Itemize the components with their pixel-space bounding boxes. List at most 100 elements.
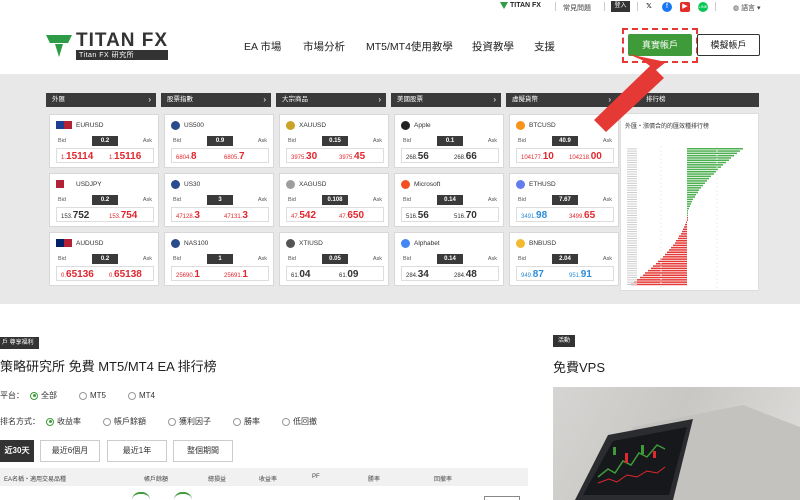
spread-value: 0.14 bbox=[437, 254, 463, 264]
col-balance: 帳戶餘額 bbox=[144, 477, 169, 483]
ranking-bar bbox=[653, 265, 687, 267]
ranking-label bbox=[627, 187, 637, 189]
column-header-forex[interactable]: 外匯 › bbox=[46, 93, 156, 107]
ask-label: Ask bbox=[372, 256, 382, 262]
apple-icon bbox=[401, 121, 410, 130]
quote-card-xtiusd[interactable]: XTIUSD Bid 0.05 Ask 61.04 61.09 bbox=[279, 232, 389, 286]
login-button[interactable]: 登入 bbox=[611, 1, 630, 12]
quote-card-microsoft[interactable]: Microsoft Bid 0.14 Ask 516.56 516.70 bbox=[394, 173, 504, 227]
radio-icon[interactable] bbox=[79, 391, 87, 400]
ranking-bar bbox=[687, 177, 709, 180]
bid-label: Bid bbox=[403, 138, 411, 144]
quote-card-alphabet[interactable]: Alphabet Bid 0.14 Ask 284.34 284.48 bbox=[394, 232, 504, 286]
mini-logo[interactable]: TITAN FX bbox=[500, 2, 541, 9]
tab-all-time[interactable]: 整個期間 bbox=[173, 440, 233, 462]
radio-icon[interactable] bbox=[30, 391, 38, 400]
quote-card-nas100[interactable]: NAS100 Bid 1 Ask 25690.1 25691.1 bbox=[164, 232, 274, 286]
ranking-label bbox=[627, 244, 637, 246]
sort-option[interactable]: 帳戶餘額 bbox=[103, 416, 146, 427]
sort-options: 收益率 帳戶餘額 獲利因子 勝率 低回撤 bbox=[46, 416, 339, 427]
sort-label: 排名方式： bbox=[0, 417, 40, 426]
quote-card-usdjpy[interactable]: USDJPY Bid 0.2 Ask 153.752 153.754 bbox=[49, 173, 159, 227]
language-selector[interactable]: ◍ 語言 ▾ bbox=[733, 3, 761, 13]
nav-support[interactable]: 支援 bbox=[534, 39, 555, 54]
quote-card-bnbusd[interactable]: BNBUSD Bid 2.04 Ask 949.87 951.91 bbox=[509, 232, 619, 286]
radio-icon[interactable] bbox=[233, 417, 241, 426]
tab-6-months[interactable]: 最近6個月 bbox=[40, 440, 100, 462]
radio-icon[interactable] bbox=[128, 391, 136, 400]
x-icon[interactable]: 𝕏 bbox=[644, 2, 654, 12]
ranking-label bbox=[627, 212, 637, 214]
ranking-bar bbox=[640, 276, 687, 279]
quote-card-apple[interactable]: Apple Bid 0.1 Ask 268.56 268.66 bbox=[394, 114, 504, 168]
ranking-label bbox=[627, 277, 637, 279]
nav-investment-education[interactable]: 投資教學 bbox=[472, 39, 514, 54]
youtube-icon[interactable]: ▶ bbox=[680, 2, 690, 12]
tab-1-year[interactable]: 最近1年 bbox=[107, 440, 167, 462]
quote-card-audusd[interactable]: AUDUSD Bid 0.2 Ask 0.65136 0.65138 bbox=[49, 232, 159, 286]
ranking-bar bbox=[671, 246, 687, 249]
quote-card-us500[interactable]: US500 Bid 0.9 Ask 6804.8 6805.7 bbox=[164, 114, 274, 168]
bid-price: 104177.10 bbox=[521, 151, 554, 162]
facebook-icon[interactable]: f bbox=[662, 2, 672, 12]
ask-label: Ask bbox=[372, 197, 382, 203]
ranking-bar bbox=[667, 251, 687, 253]
ranking-label bbox=[627, 194, 637, 196]
col-win-rate: 勝率 bbox=[368, 477, 381, 483]
demo-account-button[interactable]: 模擬帳戶 bbox=[697, 34, 760, 56]
symbol-label: US30 bbox=[171, 180, 200, 189]
red-arrow-annotation bbox=[594, 54, 666, 132]
sort-option[interactable]: 勝率 bbox=[233, 416, 260, 427]
ask-price: 47.650 bbox=[339, 210, 365, 221]
ask-label: Ask bbox=[257, 197, 267, 203]
line-icon[interactable]: LINE bbox=[698, 2, 708, 12]
bid-label: Bid bbox=[518, 256, 526, 262]
ranking-label bbox=[627, 240, 637, 242]
quote-card-us30[interactable]: US30 Bid 3 Ask 47128.3 47131.3 bbox=[164, 173, 274, 227]
nav-mt5-tutorial[interactable]: MT5/MT4使用教學 bbox=[366, 39, 453, 54]
quote-card-xagusd[interactable]: XAGUSD Bid 0.108 Ask 47.542 47.650 bbox=[279, 173, 389, 227]
ranking-label bbox=[627, 251, 637, 253]
column-header-us-stocks[interactable]: 美國股票 › bbox=[391, 93, 501, 107]
quote-card-xauusd[interactable]: XAUUSD Bid 0.15 Ask 3975.30 3975.45 bbox=[279, 114, 389, 168]
ranking-label bbox=[627, 279, 637, 281]
sort-option[interactable]: 收益率 bbox=[46, 416, 81, 427]
platform-option[interactable]: 全部 bbox=[30, 390, 57, 401]
tab-30-days[interactable]: 近30天 bbox=[0, 440, 34, 462]
free-vps-heading[interactable]: 免費VPS bbox=[553, 357, 605, 376]
ask-label: Ask bbox=[487, 256, 497, 262]
radio-icon[interactable] bbox=[103, 417, 111, 426]
radio-icon[interactable] bbox=[282, 417, 290, 426]
nav-ea-market[interactable]: EA 市場 bbox=[244, 39, 281, 54]
column-header-indices[interactable]: 股票指數 › bbox=[161, 93, 271, 107]
sort-option[interactable]: 獲利因子 bbox=[168, 416, 211, 427]
ranking-label bbox=[627, 162, 637, 164]
symbol-label: XAGUSD bbox=[286, 180, 326, 189]
ranking-label bbox=[627, 173, 637, 175]
radio-icon[interactable] bbox=[46, 417, 54, 426]
ranking-bar-chart bbox=[627, 146, 743, 288]
ranking-label bbox=[627, 258, 637, 260]
quote-card-eurusd[interactable]: EURUSD Bid 0.2 Ask 1.15114 1.15116 bbox=[49, 114, 159, 168]
symbol-text: EURUSD bbox=[76, 121, 104, 129]
price-box: 6804.8 6805.7 bbox=[171, 148, 269, 163]
sort-option-label: 獲利因子 bbox=[179, 417, 211, 426]
radio-icon[interactable] bbox=[168, 417, 176, 426]
ranking-bar bbox=[687, 168, 718, 171]
faq-link[interactable]: 常見問題 bbox=[563, 3, 591, 13]
quote-card-ethusd[interactable]: ETHUSD Bid 7.67 Ask 3491.98 3499.65 bbox=[509, 173, 619, 227]
platform-option[interactable]: MT4 bbox=[128, 390, 155, 401]
nav-market-analysis[interactable]: 市場分析 bbox=[303, 39, 345, 54]
platform-option[interactable]: MT5 bbox=[79, 390, 106, 401]
ranking-bar bbox=[687, 214, 688, 217]
sort-option[interactable]: 低回撤 bbox=[282, 416, 317, 427]
bnbusd-icon bbox=[516, 239, 525, 248]
ask-price: 6805.7 bbox=[224, 151, 245, 162]
price-box: 47128.3 47131.3 bbox=[171, 207, 269, 222]
symbol-text: AUDUSD bbox=[76, 239, 104, 247]
vps-promo-image[interactable] bbox=[553, 387, 800, 500]
ranking-bar bbox=[631, 283, 687, 286]
btcusd-icon bbox=[516, 121, 525, 130]
column-header-commodities[interactable]: 大宗商品 › bbox=[276, 93, 386, 107]
brand-logo[interactable]: TITAN FX Titan FX 研究所 bbox=[46, 31, 169, 60]
